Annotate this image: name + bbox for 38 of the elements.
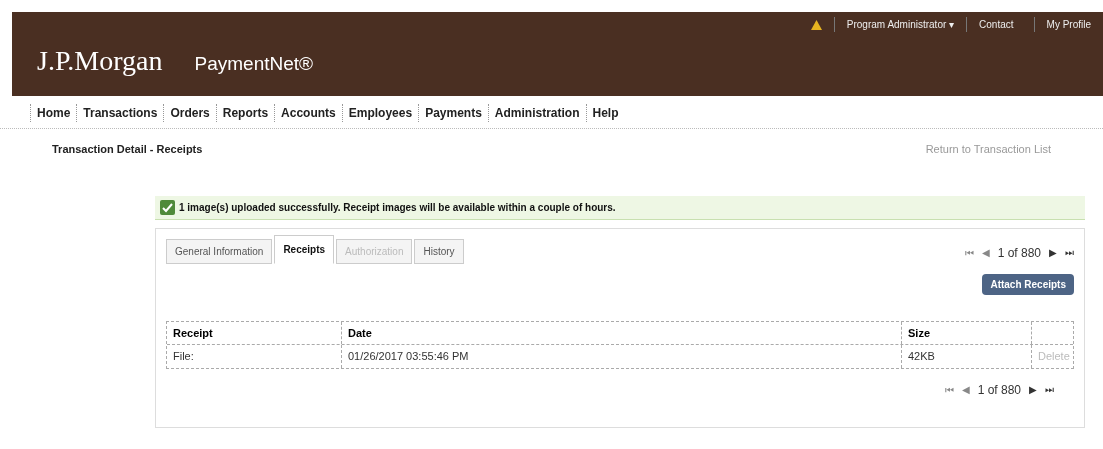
header-link[interactable]: Contact (966, 17, 1022, 32)
tab[interactable]: History (414, 238, 464, 264)
checkmark-icon (160, 199, 175, 215)
first-page-button[interactable]: ⏮ (964, 245, 974, 260)
header-link[interactable]: My Profile (1033, 17, 1099, 32)
nav-item[interactable]: Payments (418, 104, 488, 122)
column-header: Size (902, 321, 1032, 344)
next-page-button[interactable]: ▶ (1049, 245, 1057, 260)
nav-item[interactable]: Employees (341, 104, 419, 122)
product-name: PaymentNet® (194, 52, 314, 76)
table-cell: File: (167, 345, 342, 368)
logo: J.P.Morgan (37, 44, 163, 78)
warning-icon (810, 19, 822, 30)
column-header: Receipt (167, 321, 342, 344)
next-page-button[interactable]: ▶ (1029, 382, 1037, 397)
last-page-button[interactable]: ⏭ (1065, 245, 1074, 260)
previous-page-button[interactable]: ◀ (961, 382, 970, 397)
nav-item[interactable]: Transactions (76, 104, 164, 122)
user-menu[interactable]: Program Administrator ▾ (833, 17, 955, 32)
attach-receipts-button[interactable]: Attach Receipts (982, 273, 1074, 295)
nav-item[interactable]: Orders (163, 104, 216, 122)
page-indicator: 1 of 880 (977, 381, 1021, 399)
nav-item[interactable]: Administration (487, 104, 586, 122)
last-page-button[interactable]: ⏭ (1045, 382, 1054, 397)
nav-item[interactable]: Home (30, 104, 77, 122)
nav-item[interactable]: Reports (215, 104, 275, 122)
nav-item[interactable]: Accounts (274, 104, 342, 122)
previous-page-button[interactable]: ◀ (981, 245, 990, 260)
breadcrumb: Transaction Detail - Receipts (52, 142, 203, 157)
table-cell: 01/26/2017 03:55:46 PM (342, 345, 902, 368)
nav-item[interactable]: Help (585, 104, 625, 122)
first-page-button[interactable]: ⏮ (944, 382, 954, 397)
tab[interactable]: General Information (166, 238, 273, 264)
page-indicator: 1 of 880 (997, 244, 1041, 262)
success-message: 1 image(s) uploaded successfully. Receipt images will be available within a couple of hours. (179, 200, 616, 215)
table-cell: 42KB (902, 345, 1032, 368)
tab[interactable]: Receipts (274, 234, 335, 264)
column-header: Date (342, 321, 902, 344)
